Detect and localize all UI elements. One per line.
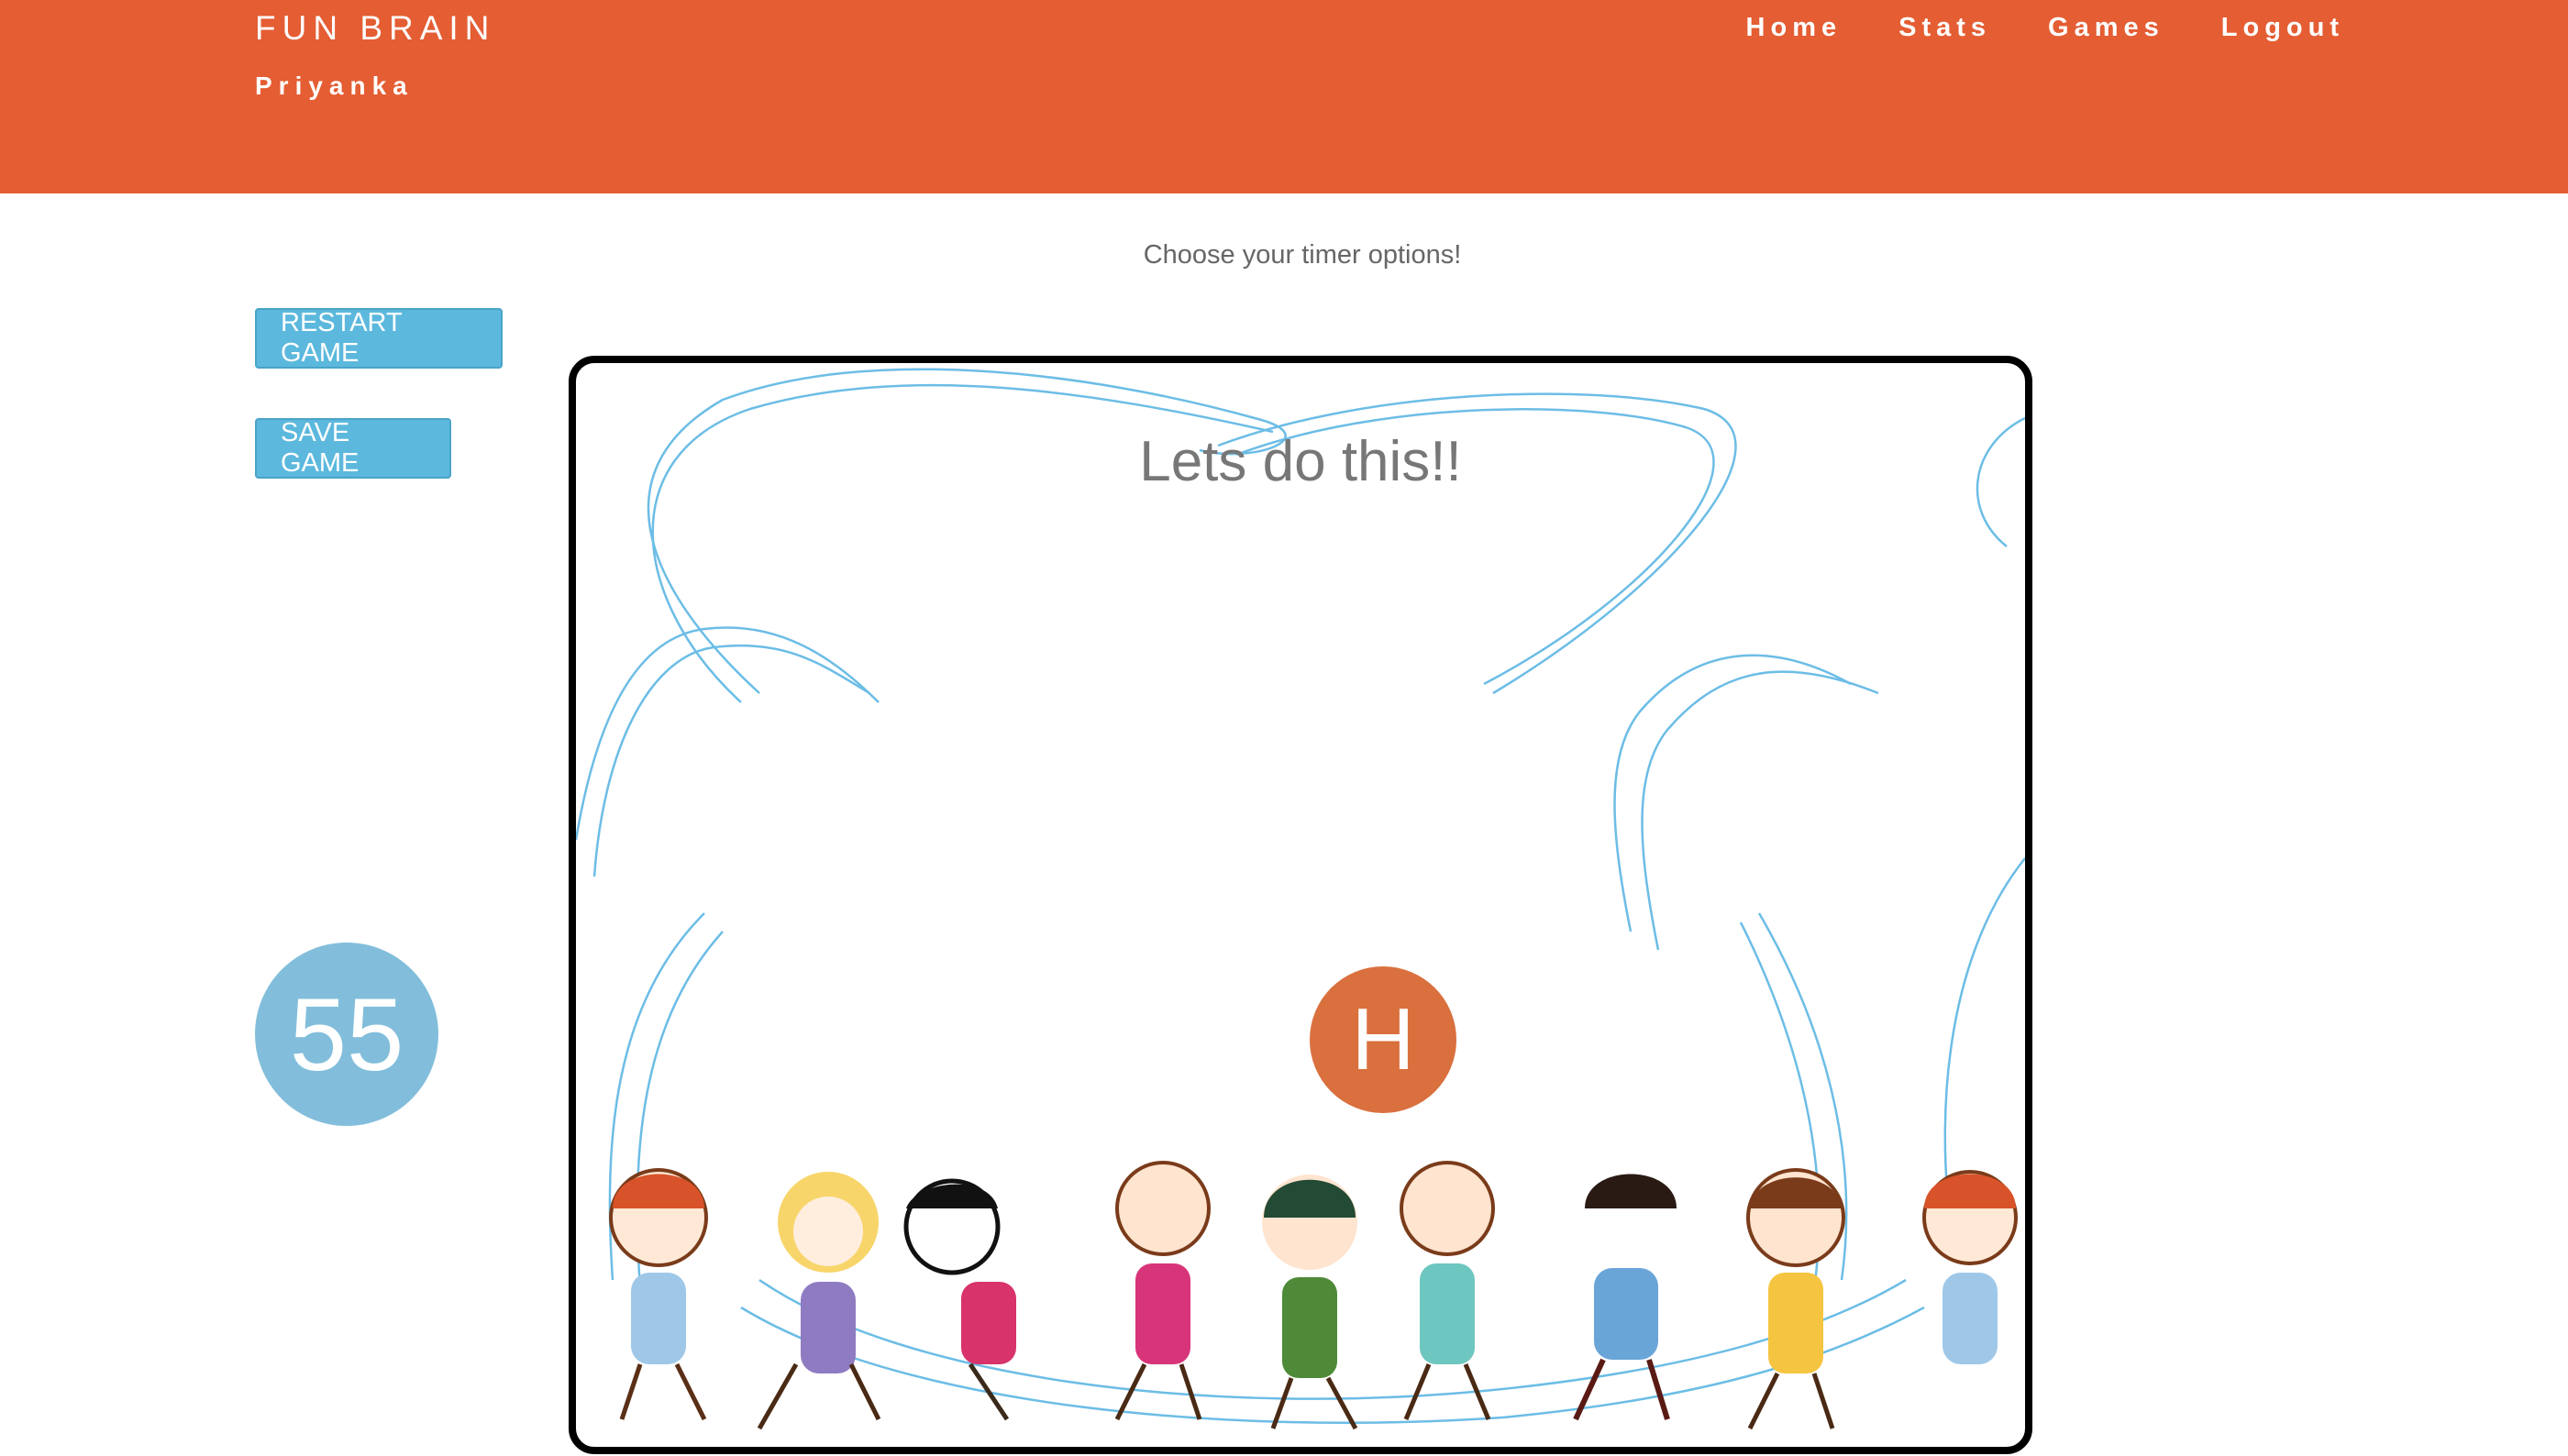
child-figure <box>1262 1175 1358 1430</box>
child-figure <box>1746 1168 1845 1430</box>
board-title: Lets do this!! <box>1139 430 1462 493</box>
child-figure <box>1114 1161 1211 1421</box>
letter-ball[interactable]: H <box>1310 966 1456 1113</box>
child-figure <box>1573 1165 1678 1421</box>
nav-home-link[interactable]: Home <box>1746 13 1843 43</box>
children-illustration <box>609 1161 2018 1430</box>
nav-games-link[interactable]: Games <box>2048 13 2164 43</box>
nav-stats-link[interactable]: Stats <box>1898 13 1991 43</box>
restart-game-button[interactable]: RESTART GAME <box>255 308 503 369</box>
countdown-timer: 55 <box>255 943 438 1126</box>
game-board[interactable]: Lets do this!! H <box>569 356 2032 1454</box>
main-nav: Home Stats Games Logout <box>1689 13 2344 43</box>
child-figure <box>903 1178 1016 1421</box>
brand-logo[interactable]: FUN BRAIN <box>255 9 495 48</box>
child-figure <box>1922 1170 2018 1364</box>
child-figure <box>609 1168 708 1421</box>
username-label: Priyanka <box>255 72 414 100</box>
timer-options-prompt[interactable]: Choose your timer options! <box>1009 240 1596 270</box>
child-figure <box>757 1172 881 1430</box>
nav-logout-link[interactable]: Logout <box>2221 13 2344 43</box>
child-figure <box>1400 1161 1495 1420</box>
save-game-button[interactable]: SAVE GAME <box>255 418 451 479</box>
top-navbar: FUN BRAIN Priyanka Home Stats Games Logo… <box>0 0 2568 193</box>
